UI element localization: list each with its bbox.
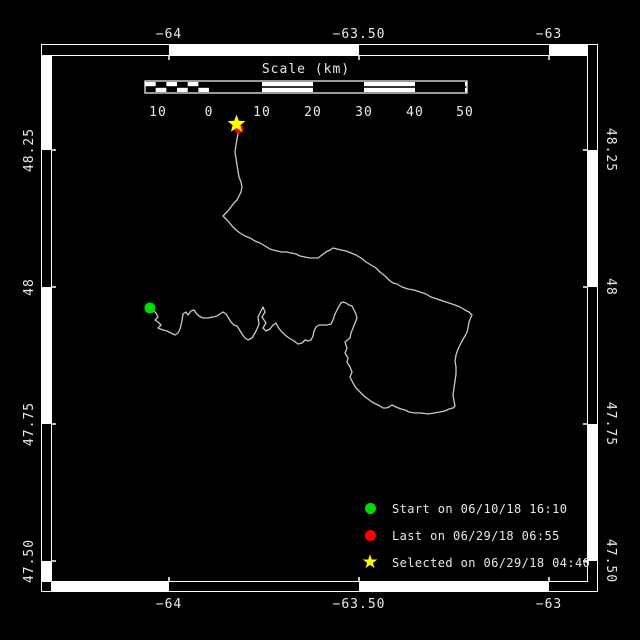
legend: Start on 06/10/18 16:10 Last on 06/29/18…	[358, 495, 590, 576]
frame-zebra-left	[41, 424, 51, 561]
legend-row-start: Start on 06/10/18 16:10	[358, 495, 590, 522]
scale-bar-label: 40	[406, 105, 424, 120]
y-axis-label-right: 48	[603, 278, 618, 296]
scale-bar-label: 30	[355, 105, 373, 120]
x-axis-label-top: −64	[155, 27, 183, 42]
legend-label-last: Last on 06/29/18 06:55	[392, 528, 560, 543]
scale-bar-block	[465, 82, 467, 87]
x-axis-label-top: −63	[535, 27, 563, 42]
frame-zebra-bottom	[359, 582, 549, 592]
selected-marker-star-icon	[361, 553, 378, 572]
y-axis-label-right: 47.50	[603, 538, 618, 584]
scale-bar-label: 10	[253, 105, 271, 120]
y-axis-label-right: 48.25	[603, 127, 618, 173]
y-axis-label-left: 47.75	[22, 401, 37, 447]
frame-zebra-top	[359, 44, 549, 55]
legend-label-start: Start on 06/10/18 16:10	[392, 501, 568, 516]
scale-bar-block	[262, 82, 313, 87]
x-axis-label-top: −63.50	[332, 27, 386, 42]
y-axis-label-left: 48	[22, 278, 37, 296]
frame-zebra-right	[588, 287, 598, 424]
scale-bar-label: 0	[204, 105, 214, 120]
x-axis-label-bottom: −63	[535, 597, 563, 612]
scale-bar-block	[364, 87, 415, 92]
last-marker-icon	[364, 530, 376, 541]
scale-bar-cell	[166, 82, 177, 87]
legend-label-selected: Selected on 06/29/18 04:40	[392, 555, 591, 570]
scale-bar-block	[465, 87, 467, 92]
start-point-marker	[144, 302, 156, 314]
frame-zebra-bottom	[549, 582, 588, 592]
scale-bar-cell	[177, 87, 188, 92]
frame-zebra-left	[41, 287, 51, 424]
frame-zebra-top	[51, 44, 169, 55]
scale-bar-title: Scale (km)	[261, 62, 351, 77]
frame-zebra-left	[41, 561, 51, 582]
frame-zebra-bottom	[169, 582, 359, 592]
legend-row-selected: Selected on 06/29/18 04:40	[358, 549, 590, 576]
scale-bar-label: 10	[149, 105, 167, 120]
scale-bar-block	[262, 87, 313, 92]
scale-bar-label: 50	[456, 105, 474, 120]
scale-bar-cell	[155, 87, 167, 92]
scale-bar-cell	[145, 82, 156, 87]
scale-bar-cell	[187, 82, 199, 87]
frame-zebra-right	[588, 150, 598, 287]
x-axis-label-bottom: −63.50	[332, 597, 386, 612]
frame-zebra-top	[169, 44, 359, 55]
scale-bar-block	[364, 82, 415, 87]
frame-zebra-top	[549, 44, 588, 55]
frame-zebra-bottom	[51, 582, 169, 592]
y-axis-label-right: 47.75	[603, 401, 618, 447]
scale-bar-label: 20	[304, 105, 322, 120]
frame-zebra-left	[41, 150, 51, 287]
y-axis-label-left: 48.25	[22, 127, 37, 173]
track-path	[151, 129, 473, 415]
legend-row-last: Last on 06/29/18 06:55	[358, 522, 590, 549]
track-map-view: −64 −64 −63.50 −63.50 −63 −63 48.25 48.25 48 48 47…	[0, 0, 640, 640]
frame-zebra-left	[41, 55, 51, 150]
start-marker-icon	[364, 503, 376, 514]
y-axis-label-left: 47.50	[22, 538, 37, 584]
scale-bar-cell	[198, 87, 209, 92]
x-axis-label-bottom: −64	[155, 597, 183, 612]
frame-zebra-right	[588, 55, 598, 150]
